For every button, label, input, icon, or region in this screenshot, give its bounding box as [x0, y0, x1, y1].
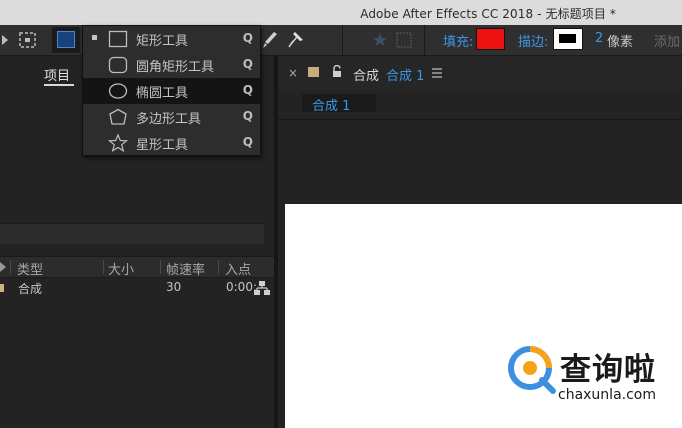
column-arrow-icon	[0, 262, 6, 272]
menu-item-ellipse[interactable]: 椭圆工具 Q	[83, 78, 260, 104]
menu-item-shortcut: Q	[242, 83, 253, 97]
window-title: Adobe After Effects CC 2018 - 无标题项目 *	[360, 7, 616, 21]
fill-label: 填充:	[443, 35, 474, 50]
toolbar-separator-2	[424, 25, 425, 55]
column-frame-rate[interactable]: 帧速率	[166, 259, 205, 278]
watermark-name: 查询啦	[560, 352, 656, 388]
selected-mark-icon	[92, 35, 97, 40]
ellipse-icon	[108, 83, 128, 99]
table-row[interactable]: 合成 30 0:00:	[0, 278, 274, 298]
stroke-color-swatch[interactable]	[553, 28, 583, 50]
menu-item-shortcut: Q	[242, 57, 253, 71]
menu-item-polygon[interactable]: 多边形工具 Q	[83, 104, 260, 130]
grid-toggle-icon[interactable]	[393, 29, 415, 51]
menu-item-label: 星形工具	[136, 138, 189, 153]
title-bar: Adobe After Effects CC 2018 - 无标题项目 *	[0, 0, 682, 25]
menu-item-shortcut: Q	[242, 135, 253, 149]
menu-item-shortcut: Q	[242, 31, 253, 45]
watermark-search-icon	[508, 346, 556, 394]
menu-item-rectangle[interactable]: 矩形工具 Q	[83, 26, 260, 52]
panel-menu-icon[interactable]	[431, 68, 443, 78]
rectangle-tool-icon	[57, 31, 75, 48]
menu-item-star[interactable]: 星形工具 Q	[83, 130, 260, 156]
add-label[interactable]: 添加	[654, 31, 680, 50]
rounded-rectangle-icon	[108, 56, 128, 74]
column-type[interactable]: 类型	[17, 259, 43, 278]
project-tab[interactable]: 项目	[44, 65, 70, 84]
star-toggle-icon[interactable]	[369, 29, 391, 51]
menu-item-label: 多边形工具	[136, 112, 202, 127]
row-in-point: 0:00:	[226, 280, 257, 294]
polygon-icon	[109, 108, 127, 125]
brush-tool-icon[interactable]	[258, 29, 280, 51]
row-fps: 30	[166, 280, 182, 294]
stroke-unit-label: 像素	[607, 35, 634, 50]
active-tab-underline	[44, 84, 74, 86]
region-tool-icon[interactable]	[17, 29, 39, 51]
comp-separator	[278, 119, 682, 120]
comp-tab-title[interactable]: 合成	[353, 65, 379, 84]
shape-tool-button[interactable]	[52, 27, 80, 53]
column-size[interactable]: 大小	[108, 259, 134, 278]
menu-item-label: 矩形工具	[136, 34, 189, 49]
pin-tool-icon[interactable]	[286, 29, 308, 51]
watermark-url: chaxunla.com	[558, 387, 656, 403]
menu-item-rounded-rectangle[interactable]: 圆角矩形工具 Q	[83, 52, 260, 78]
rectangle-icon	[108, 30, 128, 48]
comp-tab-bar: × 合成 合成 1	[278, 56, 682, 90]
menu-item-label: 椭圆工具	[136, 86, 189, 101]
comp-label-color-icon	[308, 67, 319, 77]
comp-subtab-label: 合成 1	[312, 99, 351, 114]
label-color-icon	[0, 284, 4, 292]
column-in-point[interactable]: 入点	[225, 259, 251, 278]
flowchart-icon[interactable]	[254, 281, 270, 295]
project-search-input[interactable]	[0, 223, 264, 244]
stroke-label: 描边:	[518, 35, 549, 50]
shape-tool-menu: 矩形工具 Q 圆角矩形工具 Q 椭圆工具 Q 多边形工具 Q 星形工具 Q	[82, 25, 261, 156]
comp-tab-name[interactable]: 合成 1	[386, 65, 424, 84]
row-type: 合成	[18, 282, 43, 296]
close-tab-icon[interactable]: ×	[288, 66, 298, 80]
menu-item-shortcut: Q	[242, 109, 253, 123]
lock-icon[interactable]	[331, 65, 343, 78]
fill-color-swatch[interactable]	[476, 28, 505, 50]
star-icon	[108, 134, 128, 152]
watermark-logo: 查询啦 chaxunla.com	[506, 344, 682, 414]
comp-subtab[interactable]: 合成 1	[302, 94, 376, 114]
project-column-header: 类型 大小 帧速率 入点	[0, 256, 274, 278]
toolbar-separator	[342, 25, 343, 55]
menu-item-label: 圆角矩形工具	[136, 60, 215, 75]
stroke-width-value[interactable]: 2	[595, 31, 603, 46]
